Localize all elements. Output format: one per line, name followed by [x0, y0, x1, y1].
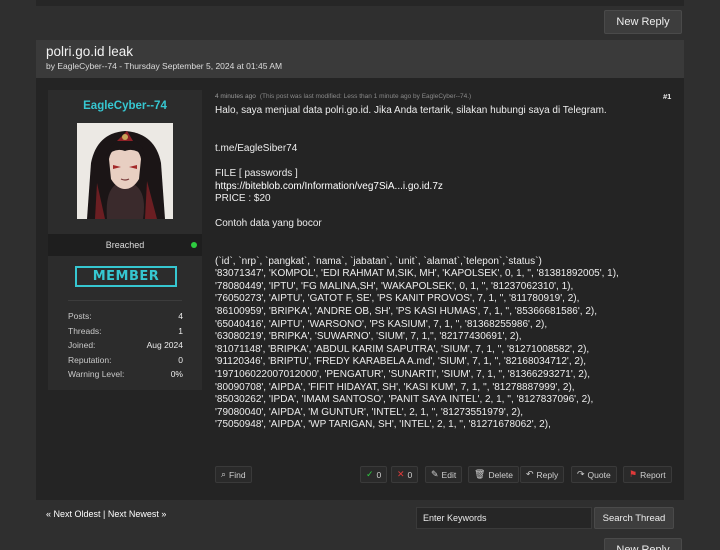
stat-value: 0	[178, 354, 183, 365]
stat-posts[interactable]: Posts: 4	[68, 309, 183, 324]
post-intro: Halo, saya menjual data polri.go.id. Jik…	[215, 105, 607, 116]
author-username[interactable]: EagleCyber--74	[48, 90, 202, 112]
stat-label: Reputation:	[68, 354, 112, 365]
sample-data-line: '78080449', 'IPTU', 'FG MALINA,SH', 'WAK…	[215, 280, 574, 292]
online-status-icon	[191, 242, 197, 248]
delete-label: Delete	[488, 469, 514, 480]
author-status-label: Breached	[105, 240, 145, 250]
delete-button[interactable]: 🗑 Delete	[468, 466, 520, 483]
dislike-button[interactable]: ✕ 0	[391, 466, 419, 483]
quote-icon: ↷	[577, 469, 585, 479]
divider	[68, 300, 182, 301]
report-label: Report	[640, 469, 666, 480]
sample-data-line: '81071148', 'BRIPKA', 'ABDUL KARIM SAPUT…	[215, 343, 590, 355]
check-icon: ✓	[366, 469, 374, 479]
sample-data-line: '76050273', 'AIPTU', 'GATOT F, SE', 'PS …	[215, 293, 580, 305]
sample-data-line: '91120346', 'BRIPTU', 'FREDY KARABELA A.…	[215, 356, 587, 368]
author-stats: Posts: 4 Threads: 1 Joined: Aug 2024 Rep…	[68, 309, 183, 382]
avatar[interactable]	[77, 123, 173, 219]
author-panel: EagleCyber--74 Breached MEMBER Posts: 4 …	[48, 90, 202, 430]
sample-data-line: '63080219', 'BRIPKA', 'SUWARNO', 'SIUM',…	[215, 331, 522, 343]
like-count: 0	[376, 469, 382, 480]
sample-data-block: (`id`, `nrp`, `pangkat`, `nama`, `jabata…	[215, 256, 675, 432]
flag-icon: ⚑	[629, 469, 638, 479]
rank-badge: MEMBER	[75, 266, 177, 287]
sample-data-line: (`id`, `nrp`, `pangkat`, `nama`, `jabata…	[215, 255, 542, 267]
next-oldest-link[interactable]: « Next Oldest	[46, 509, 101, 519]
find-label: Find	[229, 469, 246, 480]
sample-data-line: '85030262', 'IPDA', 'IMAM SANTOSO', 'PAN…	[215, 394, 594, 406]
dislike-count: 0	[407, 469, 413, 480]
previous-post-edge	[36, 0, 684, 6]
quote-button[interactable]: ↷ Quote	[571, 466, 617, 483]
stat-reputation[interactable]: Reputation: 0	[68, 353, 183, 368]
stat-warning-level: Warning Level: 0%	[68, 367, 183, 382]
nav-separator: |	[103, 509, 106, 519]
sample-data-line: '83071347', 'KOMPOL', 'EDI RAHMAT M,SIK,…	[215, 268, 619, 280]
stat-label: Warning Level:	[68, 369, 125, 380]
post-time: 4 minutes ago	[215, 93, 256, 100]
price-text: PRICE : $20	[215, 193, 271, 205]
post-number-link[interactable]: #1	[663, 92, 671, 101]
sample-data-line: '65040416', 'AIPTU', 'WARSONO', 'PS KASI…	[215, 318, 548, 330]
trash-icon: 🗑	[474, 469, 486, 479]
stat-threads[interactable]: Threads: 1	[68, 324, 183, 339]
post-body: Halo, saya menjual data polri.go.id. Jik…	[215, 105, 675, 432]
post-meta: 4 minutes ago (This post was last modifie…	[215, 93, 471, 100]
sample-data-line: '75050948', 'AIPDA', 'WP TARIGAN, SH', '…	[215, 419, 551, 431]
like-button[interactable]: ✓ 0	[360, 466, 388, 483]
stat-value: Aug 2024	[146, 340, 183, 351]
author-status: Breached	[48, 234, 202, 256]
new-reply-button[interactable]: New Reply	[604, 10, 682, 34]
thread-footer: « Next Oldest | Next Newest » Search Thr…	[36, 501, 684, 535]
stat-value: 0%	[170, 369, 183, 380]
thread-byline: by EagleCyber--74 - Thursday September 5…	[46, 61, 283, 71]
stat-joined: Joined: Aug 2024	[68, 338, 183, 353]
quote-label: Quote	[587, 469, 611, 480]
thread-title: polri.go.id leak	[46, 44, 134, 59]
reply-label: Reply	[536, 469, 559, 480]
reply-icon: ↶	[526, 469, 534, 479]
post-edit-note: (This post was last modified: Less than …	[259, 93, 472, 100]
stat-label: Joined:	[68, 340, 96, 351]
avatar-image	[77, 123, 173, 219]
search-icon: ⌕	[221, 469, 227, 479]
cross-icon: ✕	[397, 469, 405, 479]
report-button[interactable]: ⚑ Report	[623, 466, 672, 483]
edit-label: Edit	[441, 469, 457, 480]
reply-button[interactable]: ↶ Reply	[520, 466, 565, 483]
edit-button[interactable]: ✎ Edit	[425, 466, 463, 483]
sample-data-line: '79080040', 'AIPDA', 'M GUNTUR', 'INTEL'…	[215, 406, 524, 418]
stat-value: 4	[178, 311, 183, 322]
telegram-handle: t.me/EagleSiber74	[215, 142, 298, 154]
file-download-link[interactable]: https://biteblob.com/Information/veg7SiA…	[215, 181, 675, 194]
find-button[interactable]: ⌕ Find	[215, 466, 252, 483]
thread-header: polri.go.id leak by EagleCyber--74 - Thu…	[36, 40, 684, 78]
next-newest-link[interactable]: Next Newest »	[108, 509, 167, 519]
new-reply-button-bottom[interactable]: New Reply	[604, 538, 682, 550]
pencil-icon: ✎	[431, 469, 439, 479]
thread-post: polri.go.id leak by EagleCyber--74 - Thu…	[36, 40, 684, 529]
sample-data-line: '86100959', 'BRIPKA', 'ANDRE OB, SH', 'P…	[215, 305, 597, 317]
sample-data-line: '197106022007012000', 'PENGATUR', 'SUNAR…	[215, 368, 590, 380]
stat-label: Threads:	[68, 325, 102, 336]
search-thread-button[interactable]: Search Thread	[594, 507, 674, 529]
thread-navigation: « Next Oldest | Next Newest »	[46, 509, 166, 519]
stat-label: Posts:	[68, 311, 92, 322]
file-label: FILE [ passwords ]	[215, 168, 298, 180]
sample-heading: Contoh data yang bocor	[215, 217, 322, 229]
sample-data-line: '80090708', 'AIPDA', 'FIFIT HIDAYAT, SH'…	[215, 381, 575, 393]
search-thread-input[interactable]	[416, 507, 592, 529]
stat-value: 1	[178, 325, 183, 336]
